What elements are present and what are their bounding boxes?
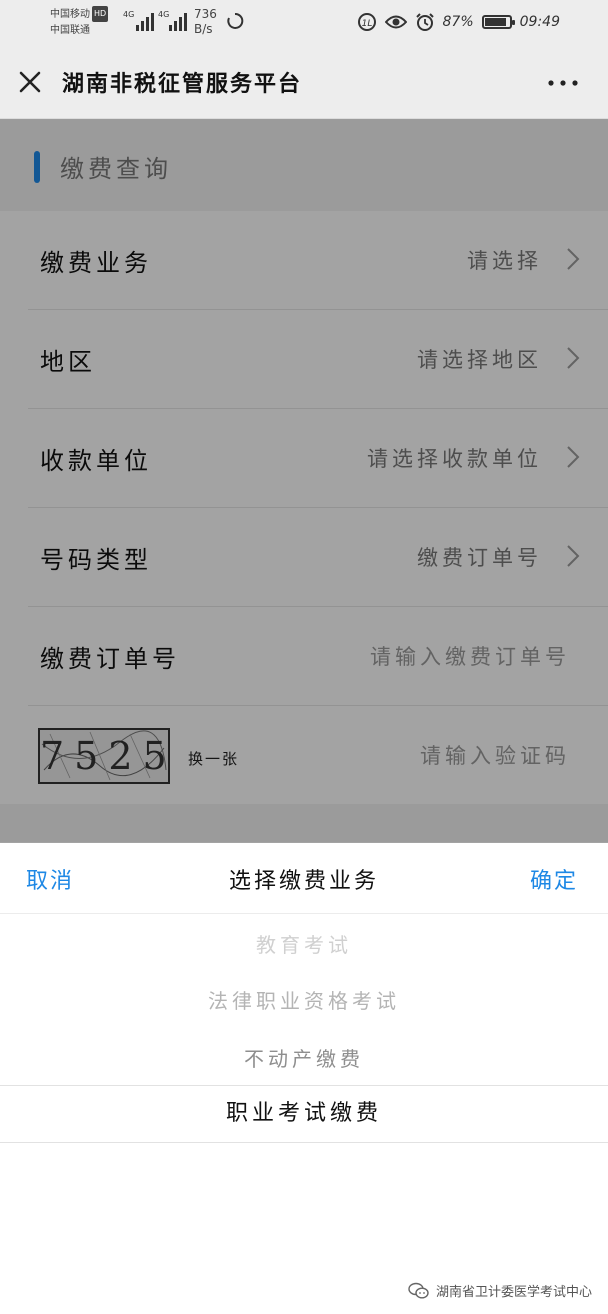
picker-option-legal-qualification[interactable]: 法律职业资格考试 <box>0 985 608 1014</box>
status-bar: 中国移动 HD 中国联通 4G 4G 736 B/s 1L 87% 09:49 <box>0 0 608 46</box>
hd-badge: HD <box>92 6 109 22</box>
confirm-button[interactable]: 确定 <box>530 863 578 895</box>
hd-call-icon: 1L <box>357 13 376 31</box>
carrier-info: 中国移动 HD 中国联通 <box>50 6 109 39</box>
wechat-icon <box>408 1282 429 1299</box>
carrier-1: 中国移动 <box>50 9 90 20</box>
picker-option-vocational-exam-selected[interactable]: 职业考试缴费 <box>0 1085 608 1143</box>
close-icon[interactable] <box>16 68 44 96</box>
carrier-2: 中国联通 <box>50 25 90 36</box>
watermark: 湖南省卫计委医学考试中心 <box>408 1281 592 1300</box>
modal-overlay[interactable] <box>0 119 608 843</box>
picker-toolbar: 取消 选择缴费业务 确定 <box>0 843 608 914</box>
network-type-1: 4G <box>123 10 135 19</box>
eye-comfort-icon <box>384 15 407 29</box>
more-options-icon[interactable] <box>548 80 578 86</box>
sync-icon <box>227 12 244 29</box>
picker-option-education-exam[interactable]: 教育考试 <box>0 929 608 958</box>
picker-title: 选择缴费业务 <box>228 869 379 894</box>
business-picker-sheet: 取消 选择缴费业务 确定 教育考试 法律职业资格考试 不动产缴费 职业考试缴费 … <box>0 843 608 1314</box>
cancel-button[interactable]: 取消 <box>26 863 74 895</box>
signal-strength-icon <box>136 13 154 31</box>
network-speed-unit: B/s <box>194 22 213 36</box>
signal-strength-2-icon <box>169 13 187 31</box>
battery-percent: 87% <box>442 14 474 30</box>
battery-icon <box>481 15 515 29</box>
app-header: 湖南非税征管服务平台 <box>0 46 608 119</box>
page-title: 湖南非税征管服务平台 <box>62 72 303 97</box>
watermark-text: 湖南省卫计委医学考试中心 <box>435 1285 592 1300</box>
alarm-icon <box>415 13 434 31</box>
clock: 09:49 <box>519 14 560 30</box>
network-speed: 736 B/s <box>194 7 217 37</box>
network-speed-value: 736 <box>194 7 217 21</box>
status-right: 1L 87% 09:49 <box>357 11 560 33</box>
svg-text:1L: 1L <box>361 19 372 29</box>
picker-option-real-estate[interactable]: 不动产缴费 <box>0 1043 608 1072</box>
